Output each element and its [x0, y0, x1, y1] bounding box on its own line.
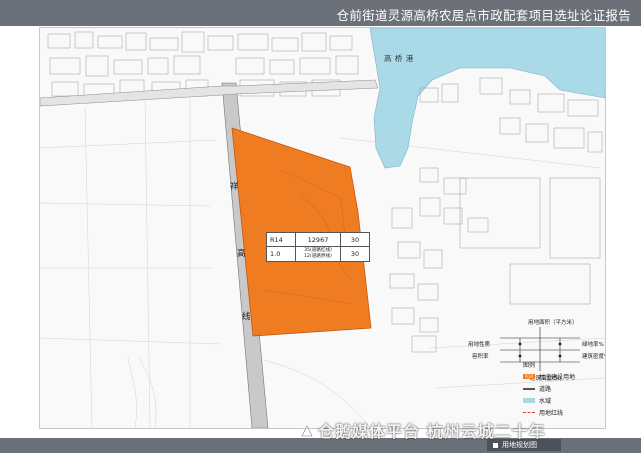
water-label: 高 桥 港: [384, 54, 414, 63]
legend-label-water: 水域: [539, 398, 552, 405]
legend-swatch-water: [523, 398, 535, 403]
land-use-code: R14: [266, 232, 296, 247]
legend-title: 图例: [523, 362, 536, 369]
road-char-2: 高: [237, 249, 246, 259]
diagram-right-bottom: 建筑密度%: [582, 354, 605, 360]
legend-swatch-village: R14: [523, 374, 535, 379]
caption-square-icon: [493, 442, 498, 448]
watermark-text: 仓鹅媒体平台 杭州云城二十年: [318, 422, 546, 441]
road-char-1: 祥: [230, 182, 239, 192]
water-channel: [580, 28, 605, 90]
legend-swatch-road: [523, 388, 535, 390]
building-height: 35(道路红线) 12(道路界线): [295, 246, 341, 262]
watermark: 仓鹅媒体平台 杭州云城二十年: [300, 418, 546, 442]
parcel-indicator-table: R14 12967 30 1.0 35(道路红线) 12(道路界线) 30: [266, 232, 370, 262]
diagram-left-top: 用地性质: [468, 342, 491, 348]
green-ratio: 30: [340, 232, 370, 247]
building-density: 30: [340, 246, 370, 262]
diagram-right-top: 绿地率%: [582, 342, 604, 348]
report-title: 仓前街道灵源高桥农居点市政配套项目选址论证报告: [336, 8, 631, 23]
legend-label-road: 道路: [539, 386, 552, 393]
indicator-diagram: 用地面积（平方米） 用地性质 容积率 绿地率% 建筑密度% 建筑高度(米): [460, 313, 605, 383]
land-use-map: 高 桥 港 祥 高 线 R14 12967 30 1.0 35(道路红线) 12…: [39, 27, 606, 429]
legend-swatch-redline: [523, 412, 535, 413]
floor-area-ratio: 1.0: [266, 246, 296, 262]
map-caption: 用地规划图: [502, 441, 537, 449]
legend-label-redline: 用地红线: [539, 410, 564, 417]
land-area: 12967: [295, 232, 341, 247]
header-bar: 仓前街道灵源高桥农居点市政配套项目选址论证报告: [0, 0, 641, 26]
diagram-left-bottom: 容积率: [472, 354, 489, 360]
diagram-top: 用地面积（平方米）: [528, 320, 578, 326]
penguin-logo-icon: [301, 425, 313, 437]
legend-label-village: 村庄建设用地: [539, 374, 576, 381]
height-road-line: 12(道路界线): [304, 254, 332, 259]
road-char-3: 线: [242, 312, 251, 322]
